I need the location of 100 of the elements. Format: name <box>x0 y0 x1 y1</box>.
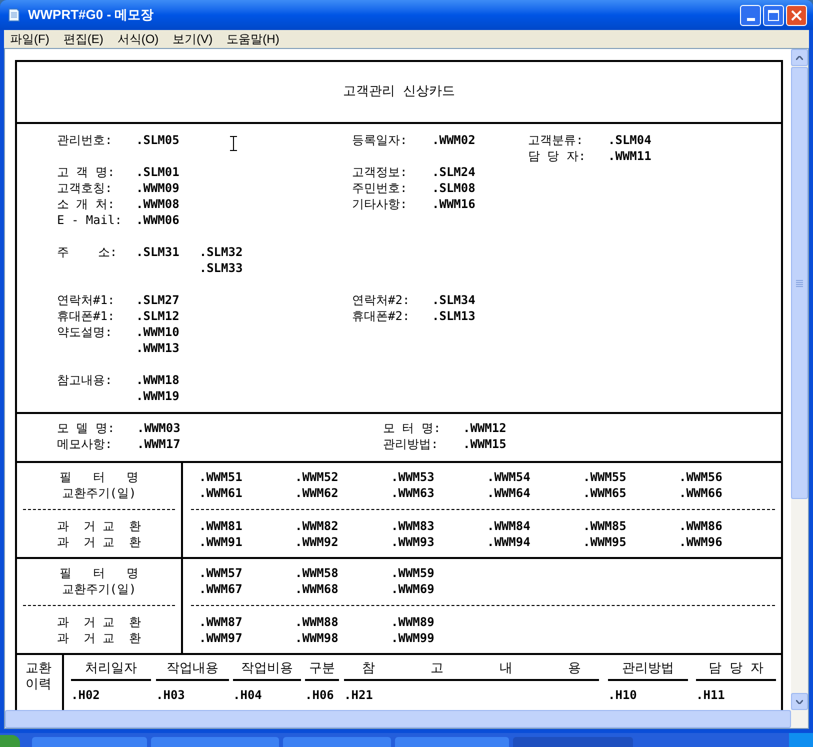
field-value: .WWM06 <box>136 212 180 228</box>
field-value: .SLM04 <box>608 132 652 148</box>
field-label: 주민번호: <box>352 180 408 196</box>
menu-item[interactable]: 보기(V) <box>172 30 213 48</box>
window-title: WWPRT#G0 - 메모장 <box>28 6 154 24</box>
field-value: .SLM24 <box>432 164 476 180</box>
filter-value: .WWM57 <box>199 565 244 581</box>
field-label: 주 소: <box>57 244 118 261</box>
maximize-icon <box>768 10 779 20</box>
field-value: .SLM01 <box>136 164 180 180</box>
scroll-up-button[interactable] <box>791 49 808 66</box>
filter-row-label: 필 터 명 <box>59 565 139 581</box>
field-value: .SLM31 <box>136 244 180 260</box>
menu-item[interactable]: 서식(O) <box>117 30 159 48</box>
filter-value: .WWM58 <box>295 565 340 581</box>
field-label: 메모사항: <box>57 436 114 452</box>
column-value: .H03 <box>156 687 186 703</box>
filter-value: .WWM91 <box>199 534 244 550</box>
field-label: 휴대폰#2: <box>352 308 411 324</box>
maximize-button[interactable] <box>763 4 784 26</box>
filter-value: .WWM88 <box>295 614 340 630</box>
field-label: 고객호칭: <box>57 180 114 196</box>
filter-value: .WWM86 <box>679 518 724 534</box>
menu-item[interactable]: 도움말(H) <box>226 30 280 48</box>
column-header: 참 고 내 용 <box>344 661 599 681</box>
filter-value: .WWM54 <box>487 469 532 485</box>
filter-value: .WWM53 <box>391 469 436 485</box>
filter-value: .WWM63 <box>391 485 436 501</box>
taskbar-button[interactable] <box>395 737 509 747</box>
column-header: 관리방법 <box>608 661 688 681</box>
filter-value: .WWM62 <box>295 485 340 501</box>
filter-value: .WWM69 <box>391 581 436 597</box>
field-value: .SLM05 <box>136 132 180 148</box>
column-header: 작업비용 <box>233 661 301 681</box>
filter-value: .WWM95 <box>583 534 628 550</box>
filter-value: .WWM96 <box>679 534 724 550</box>
filter-value: .WWM64 <box>487 485 532 501</box>
field-value: .SLM32 <box>199 244 243 260</box>
field-value: .WWM13 <box>136 340 180 356</box>
filter-value: .WWM56 <box>679 469 724 485</box>
close-button[interactable] <box>786 4 807 26</box>
filter-value: .WWM52 <box>295 469 340 485</box>
grip-icon <box>796 280 803 286</box>
filter-value: .WWM92 <box>295 534 340 550</box>
field-value: .WWM16 <box>432 196 476 212</box>
field-value: .WWM08 <box>136 196 180 212</box>
field-label: 연락처#1: <box>57 292 116 308</box>
taskbar-button[interactable] <box>283 737 391 747</box>
field-value: .WWM03 <box>137 420 180 436</box>
start-button[interactable] <box>0 735 20 747</box>
column-value: .H21 <box>344 687 374 703</box>
filter-value: .WWM61 <box>199 485 244 501</box>
field-value: .SLM27 <box>136 292 180 308</box>
filter-row-label: 과 거 교 환 <box>56 534 142 550</box>
filter-row-label: 과 거 교 환 <box>56 614 142 630</box>
filter-value: .WWM59 <box>391 565 436 581</box>
column-value: .H11 <box>696 687 726 703</box>
taskbar-button[interactable] <box>151 737 279 747</box>
field-value: .SLM13 <box>432 308 476 324</box>
field-value: .WWM17 <box>137 436 180 452</box>
field-label: 담 당 자: <box>528 148 587 164</box>
field-value: .SLM33 <box>199 260 243 276</box>
column-header: 작업내용 <box>156 661 229 681</box>
minimize-button[interactable] <box>740 4 761 26</box>
column-value: .H10 <box>608 687 638 703</box>
field-label: 고객분류: <box>528 132 584 148</box>
field-label: 소 개 처: <box>57 196 116 212</box>
menu-item[interactable]: 파일(F) <box>10 30 50 48</box>
field-label: E - Mail: <box>57 212 124 228</box>
column-value: .H04 <box>233 687 263 703</box>
filter-row-label: 교환주기(일) <box>62 581 136 597</box>
field-label: 연락처#2: <box>352 292 411 308</box>
vertical-scrollbar[interactable] <box>791 49 808 710</box>
field-label: 휴대폰#1: <box>57 308 116 324</box>
field-value: .WWM10 <box>136 324 180 340</box>
field-label: 모 터 명: <box>383 420 442 436</box>
field-value: .WWM18 <box>136 372 180 388</box>
scroll-thumb[interactable] <box>791 67 808 499</box>
text-cursor-icon <box>230 136 237 151</box>
filter-value: .WWM99 <box>391 630 436 646</box>
filter-value: .WWM51 <box>199 469 244 485</box>
taskbar-button[interactable] <box>513 737 633 747</box>
document-title: 고객관리 신상카드 <box>343 84 455 100</box>
scroll-down-button[interactable] <box>791 693 808 710</box>
menu-item[interactable]: 편집(E) <box>63 30 104 48</box>
filter-value: .WWM84 <box>487 518 532 534</box>
column-value: .H02 <box>71 687 101 703</box>
filter-value: .WWM55 <box>583 469 628 485</box>
column-value: .H06 <box>305 687 335 703</box>
filter-row-label: 과 거 교 환 <box>56 518 142 534</box>
taskbar-button[interactable] <box>32 737 147 747</box>
filter-value: .WWM83 <box>391 518 436 534</box>
filter-value: .WWM65 <box>583 485 628 501</box>
column-header: 담 당 자 <box>696 661 776 681</box>
field-value: .WWM11 <box>608 148 652 164</box>
field-value: .WWM12 <box>463 420 506 436</box>
filter-value: .WWM89 <box>391 614 436 630</box>
field-label: 참고내용: <box>57 372 114 389</box>
field-value: .WWM09 <box>136 180 180 196</box>
field-label: 등록일자: <box>352 132 408 148</box>
